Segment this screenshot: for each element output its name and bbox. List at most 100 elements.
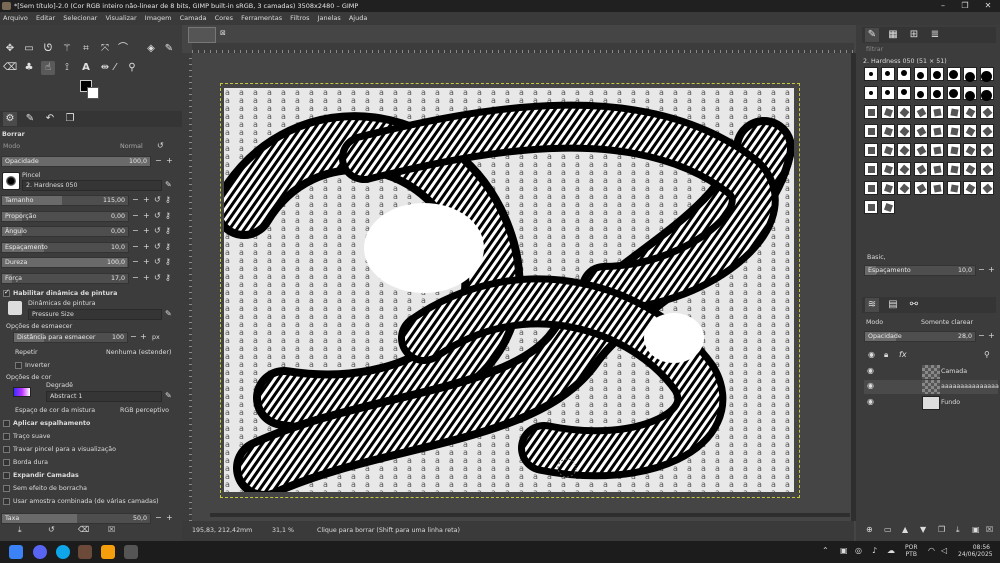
slider-2-reset-icon[interactable]: ↺	[154, 226, 161, 235]
brush-swatch[interactable]	[979, 181, 994, 195]
horizontal-ruler[interactable]	[192, 43, 854, 53]
brush-swatch[interactable]	[930, 143, 944, 157]
document-history-tab-icon[interactable]: ≣	[928, 28, 942, 42]
reset-options-icon[interactable]: ☒	[108, 525, 115, 534]
spacing-plus[interactable]: +	[988, 265, 995, 274]
brush-swatch[interactable]	[880, 200, 895, 214]
wifi-icon[interactable]: ◠	[928, 546, 935, 555]
maximize-button[interactable]: ❐	[954, 0, 976, 12]
option-checkbox[interactable]	[3, 446, 10, 453]
raise-layer-icon[interactable]: ▲	[902, 525, 908, 534]
brush-swatch[interactable]	[930, 86, 944, 100]
slider-0[interactable]: Tamanho 115,00	[1, 195, 129, 206]
brush-swatch[interactable]	[979, 124, 994, 138]
layer-mode-value[interactable]: Somente clarear	[921, 319, 973, 326]
brush-swatch[interactable]	[880, 67, 895, 81]
option-checkbox[interactable]	[3, 472, 10, 479]
brush-swatch[interactable]	[946, 143, 961, 157]
brush-swatch[interactable]	[979, 86, 994, 101]
fade-minus[interactable]: −	[130, 332, 137, 341]
rate-plus[interactable]: +	[166, 513, 173, 522]
brush-swatch[interactable]	[946, 181, 961, 195]
channels-tab-icon[interactable]: ▤	[886, 298, 900, 312]
rect-select-tool-icon[interactable]: ▭	[22, 42, 36, 56]
brush-swatch[interactable]	[864, 181, 878, 195]
tray-chevron-icon[interactable]: ⌃	[822, 546, 829, 555]
lasso-tool-icon[interactable]: ᘎ	[41, 42, 55, 56]
layer-search-icon[interactable]: ⚲	[984, 350, 990, 359]
brush-swatch[interactable]	[913, 162, 928, 176]
reset-icon[interactable]: ↺	[157, 141, 164, 150]
tray-cloud-icon[interactable]: ☁	[887, 546, 895, 555]
brush-swatch[interactable]	[913, 86, 928, 100]
brush-swatch[interactable]	[897, 181, 911, 195]
edge-icon[interactable]	[56, 545, 70, 559]
option-checkbox[interactable]	[3, 485, 10, 492]
dynamics-checkbox[interactable]	[3, 288, 10, 297]
layer-row-fundo[interactable]: ◉ Fundo	[864, 396, 998, 410]
language-indicator[interactable]: POR PTB	[905, 544, 918, 558]
slider-5-link-icon[interactable]: ⚷	[165, 273, 171, 282]
brush-swatch[interactable]	[897, 105, 911, 119]
zoom-selector[interactable]: 31,1 %	[272, 521, 294, 541]
brush-swatch[interactable]	[979, 143, 994, 157]
brush-swatch[interactable]	[963, 124, 977, 138]
slider-0-minus-icon[interactable]: −	[132, 195, 139, 204]
horizontal-scrollbar[interactable]	[210, 513, 850, 517]
image-tab-thumbnail[interactable]	[188, 27, 216, 43]
brush-selector[interactable]: 2. Hardness 050	[22, 180, 162, 191]
brush-swatch[interactable]	[880, 143, 895, 157]
minimize-button[interactable]: –	[932, 0, 954, 12]
device-status-tab-icon[interactable]: ✎	[23, 112, 37, 126]
brush-swatch[interactable]	[897, 162, 911, 176]
blend-space-value[interactable]: RGB perceptivo	[120, 407, 169, 414]
lower-layer-icon[interactable]: ▼	[920, 525, 926, 534]
mode-value[interactable]: Normal	[120, 143, 143, 150]
duplicate-layer-icon[interactable]: ❐	[938, 525, 945, 534]
brush-swatch[interactable]	[864, 86, 878, 100]
rate-minus[interactable]: −	[155, 513, 162, 522]
brush-swatch[interactable]	[913, 143, 928, 157]
menu-selecionar[interactable]: Selecionar	[60, 14, 100, 22]
delete-options-icon[interactable]: ⌫	[78, 525, 89, 534]
merge-layer-icon[interactable]: ⤓	[956, 525, 960, 535]
layer-opacity-plus[interactable]: +	[988, 331, 995, 340]
brush-swatch[interactable]	[880, 124, 895, 138]
slider-5-minus-icon[interactable]: −	[132, 273, 139, 282]
move-tool-icon[interactable]: ✥	[3, 42, 17, 56]
brush-swatch[interactable]	[864, 124, 878, 138]
tool-options-tab-icon[interactable]: ⚙	[3, 112, 17, 126]
brush-swatch[interactable]	[963, 86, 977, 101]
tray-app-icon[interactable]: ▣	[840, 546, 848, 555]
brush-swatch[interactable]	[946, 86, 961, 100]
brush-swatch[interactable]	[979, 67, 994, 82]
dynamics-selector[interactable]: Pressure Size	[28, 309, 162, 320]
mask-layer-icon[interactable]: ▣	[972, 525, 980, 534]
start-icon[interactable]	[9, 545, 23, 559]
fuzzy-select-tool-icon[interactable]: ⚚	[60, 42, 74, 56]
zoom-tool-icon[interactable]: ⚲	[125, 61, 139, 75]
brush-swatch[interactable]	[963, 181, 977, 195]
repeat-value[interactable]: Nenhuma (estender)	[106, 349, 171, 356]
rate-slider[interactable]: Taxa 50,0	[1, 513, 151, 524]
opacity-minus[interactable]: −	[155, 156, 162, 165]
brush-swatch[interactable]	[913, 181, 928, 195]
brush-preview[interactable]	[2, 172, 20, 190]
layer-row-camada[interactable]: ◉ Camada	[864, 365, 998, 379]
paintbrush-tool-icon[interactable]: ✎	[162, 42, 176, 56]
brush-swatch[interactable]	[930, 67, 944, 81]
unified-transform-tool-icon[interactable]: ⤧	[98, 42, 112, 56]
slider-5[interactable]: Força 17,0	[1, 272, 129, 284]
volume-icon[interactable]: ◁	[941, 546, 947, 555]
discord-icon[interactable]	[33, 545, 47, 559]
brush-swatch[interactable]	[880, 105, 895, 119]
text-tool-icon[interactable]: A	[79, 61, 93, 75]
slider-4[interactable]: Dureza 100,0	[1, 257, 129, 268]
layer-visibility-icon[interactable]: ◉	[867, 397, 874, 406]
slider-0-link-icon[interactable]: ⚷	[165, 195, 171, 204]
images-tab-icon[interactable]: ❐	[63, 112, 77, 126]
vertical-ruler[interactable]	[182, 53, 192, 521]
brush-swatch[interactable]	[897, 143, 911, 157]
brush-swatch[interactable]	[880, 181, 895, 195]
brush-swatch[interactable]	[963, 105, 977, 119]
